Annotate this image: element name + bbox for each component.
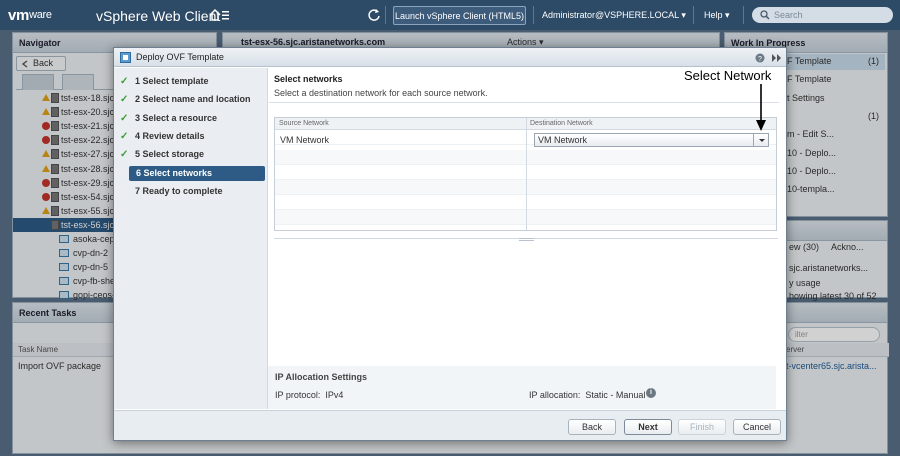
wizard-step-7[interactable]: 7 Ready to complete bbox=[128, 184, 266, 199]
divider bbox=[693, 6, 694, 24]
destination-network-column[interactable]: Destination Network bbox=[530, 120, 593, 127]
divider bbox=[269, 102, 779, 103]
wizard-step-label: 6 Select networks bbox=[136, 167, 213, 178]
wizard-step-4[interactable]: ✓ 4 Review details bbox=[120, 129, 266, 144]
vmware-logo: vmware bbox=[8, 7, 52, 24]
chevron-down-icon: ▾ bbox=[681, 10, 686, 20]
ip-allocation-settings: IP Allocation Settings IP protocol: IPv4… bbox=[268, 366, 776, 409]
source-network-value: VM Network bbox=[280, 135, 330, 145]
wizard-step-3[interactable]: ✓ 3 Select a resource bbox=[120, 111, 266, 126]
refresh-icon[interactable] bbox=[367, 8, 381, 22]
checkmark-icon: ✓ bbox=[120, 149, 129, 161]
checkmark-icon: ✓ bbox=[120, 94, 129, 106]
global-search-input[interactable]: Search bbox=[752, 7, 893, 23]
wizard-steps: ✓ 1 Select template ✓ 2 Select name and loc… bbox=[114, 68, 268, 409]
home-icon[interactable] bbox=[209, 8, 231, 22]
ip-allocation-title: IP Allocation Settings bbox=[275, 372, 368, 382]
wizard-step-label: 3 Select a resource bbox=[135, 112, 218, 123]
dialog-footer: Back Next Finish Cancel bbox=[114, 410, 786, 440]
deploy-ovf-dialog: Deploy OVF Template ? ✓ 1 Select template… bbox=[113, 47, 787, 441]
dropdown-arrow-icon[interactable] bbox=[753, 134, 768, 146]
wizard-step-6[interactable]: 6 Select networks bbox=[129, 165, 265, 181]
wizard-step-5[interactable]: ✓ 5 Select storage bbox=[120, 147, 266, 162]
search-icon bbox=[760, 10, 770, 20]
column-divider bbox=[526, 118, 527, 230]
user-menu[interactable]: Administrator@VSPHERE.LOCAL ▾ bbox=[542, 10, 686, 21]
back-button[interactable]: Back bbox=[568, 419, 616, 435]
wizard-step-1[interactable]: ✓ 1 Select template bbox=[120, 74, 266, 89]
network-mapping-table: Source Network Destination Network VM Ne… bbox=[274, 117, 777, 231]
checkmark-icon: ✓ bbox=[120, 130, 129, 142]
divider bbox=[743, 6, 744, 24]
ip-allocation: IP allocation: Static - Manual bbox=[529, 390, 646, 400]
section-title: Select networks bbox=[274, 74, 343, 84]
ovf-template-icon bbox=[120, 52, 131, 63]
divider bbox=[533, 6, 534, 24]
wizard-step-2[interactable]: ✓ 2 Select name and location bbox=[120, 92, 266, 107]
wizard-step-label: 1 Select template bbox=[135, 76, 209, 86]
section-description: Select a destination network for each so… bbox=[274, 88, 488, 98]
app-title: vSphere Web Client bbox=[96, 8, 221, 24]
annotation-arrow-icon bbox=[756, 84, 766, 131]
finish-button[interactable]: Finish bbox=[678, 419, 726, 435]
resize-handle[interactable] bbox=[519, 238, 534, 241]
wizard-step-label: 4 Review details bbox=[135, 130, 205, 141]
svg-text:?: ? bbox=[758, 56, 762, 63]
wizard-step-label: 7 Ready to complete bbox=[135, 185, 223, 196]
annotation-label: Select Network bbox=[684, 68, 772, 83]
next-button[interactable]: Next bbox=[624, 419, 672, 435]
dialog-title-bar: Deploy OVF Template ? bbox=[114, 48, 786, 67]
expand-icon[interactable] bbox=[771, 53, 783, 63]
wizard-step-label: 5 Select storage bbox=[135, 149, 205, 160]
ip-protocol: IP protocol: IPv4 bbox=[275, 390, 344, 400]
top-bar: vmware vSphere Web Client Launch vSphere… bbox=[0, 0, 900, 30]
checkmark-icon: ✓ bbox=[120, 112, 129, 124]
checkmark-icon: ✓ bbox=[120, 76, 129, 87]
divider bbox=[385, 6, 386, 24]
destination-network-select[interactable]: VM Network bbox=[534, 133, 769, 147]
info-icon[interactable]: i bbox=[646, 388, 656, 398]
launch-html5-client-button[interactable]: Launch vSphere Client (HTML5) bbox=[393, 6, 526, 25]
cancel-button[interactable]: Cancel bbox=[733, 419, 781, 435]
chevron-down-icon: ▾ bbox=[725, 10, 730, 20]
help-icon[interactable]: ? bbox=[755, 53, 765, 63]
wizard-step-label: 2 Select name and location bbox=[135, 94, 251, 105]
help-menu[interactable]: Help ▾ bbox=[704, 10, 730, 21]
source-network-column[interactable]: Source Network bbox=[279, 120, 329, 127]
